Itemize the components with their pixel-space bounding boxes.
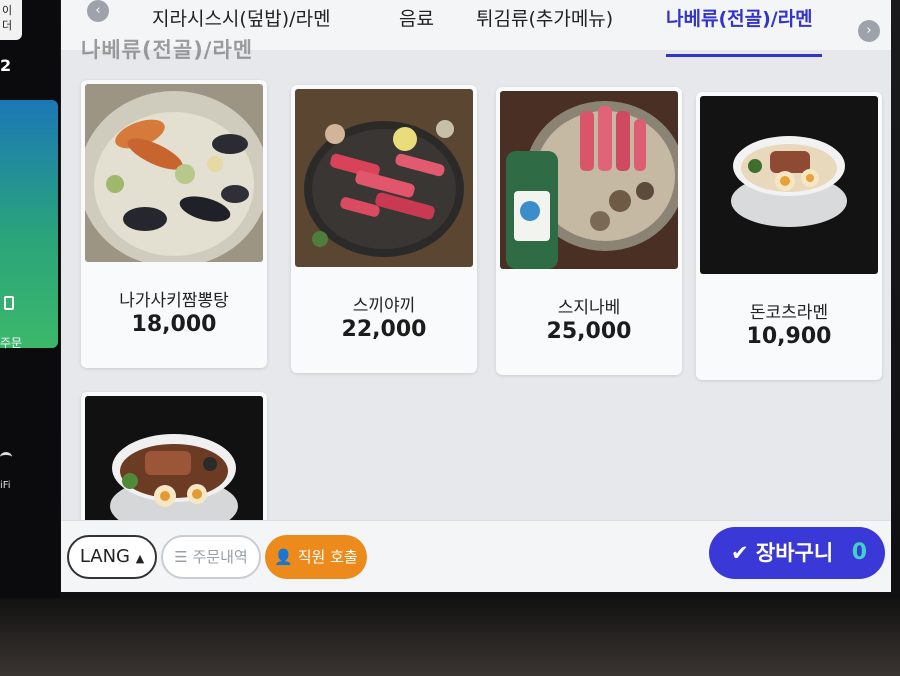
menu-item-price: 18,000	[131, 312, 217, 337]
tab-fried[interactable]: 튀김류(추가메뉴)	[476, 4, 613, 31]
food-photo-tonkotsu-ramen	[700, 96, 878, 274]
adjacent-table-number: 2	[0, 56, 12, 75]
tab-drinks[interactable]: 음료	[399, 4, 434, 31]
menu-item-name: 돈코츠라멘	[749, 303, 829, 323]
device-bottom-bezel	[0, 598, 900, 676]
menu-item-card[interactable]: 스끼야끼 22,000	[291, 85, 477, 373]
adjacent-label-line2: 더	[2, 19, 13, 32]
order-history-label: 주문내역	[192, 548, 248, 566]
cart-button[interactable]: ✔ 장바구니 0	[709, 527, 885, 579]
section-title: 나베류(전골)/라멘	[81, 38, 254, 62]
list-icon: ☰	[174, 548, 188, 566]
food-photo-seafood-hotpot	[85, 84, 263, 262]
person-icon: 👤	[274, 548, 293, 566]
adjacent-label-line1: 이	[2, 4, 13, 17]
call-staff-label: 직원 호출	[297, 548, 358, 566]
food-photo-suji-nabe	[500, 91, 678, 269]
menu-item-card[interactable]: 스지나베 25,000	[496, 87, 682, 375]
active-tab-indicator	[666, 54, 822, 57]
tab-nabe-ramen[interactable]: 나베류(전골)/라멘	[666, 4, 813, 31]
chevron-right-icon[interactable]: ›	[858, 20, 880, 42]
wifi-label: iFi	[0, 480, 11, 491]
wifi-icon	[0, 452, 12, 462]
menu-item-card[interactable]: 나가사키짬뽕탕 18,000	[81, 80, 267, 368]
food-photo-beef-sukiyaki	[295, 89, 473, 267]
cart-count-badge: 0	[851, 540, 867, 565]
menu-item-name: 나가사키짬뽕탕	[119, 291, 229, 311]
call-staff-button[interactable]: 👤 직원 호출	[265, 535, 367, 579]
adjacent-order-panel[interactable]: 주문	[0, 100, 58, 350]
menu-item-card[interactable]: 돈코츠라멘 10,900	[696, 92, 882, 380]
adjacent-screen-panel: 이 더 2 주문 iFi	[0, 0, 60, 598]
bottom-action-bar: LANG ▲ ☰ 주문내역 👤 직원 호출 ✔ 장바구니 0	[61, 520, 891, 592]
chevron-left-icon[interactable]: ‹	[87, 0, 109, 22]
menu-item-name: 스끼야끼	[352, 296, 416, 316]
adjacent-order-label: 주문	[0, 336, 23, 350]
adjacent-screen-label: 이 더	[0, 0, 22, 40]
menu-item-price: 10,900	[746, 324, 832, 349]
receipt-icon	[4, 296, 14, 310]
caret-up-icon: ▲	[135, 552, 145, 565]
order-history-button[interactable]: ☰ 주문내역	[161, 535, 261, 579]
cart-label: 장바구니	[755, 541, 834, 565]
kiosk-screen: ‹ 지라시스시(덮밥)/라멘 음료 튀김류(추가메뉴) 나베류(전골)/라멘 ›…	[61, 0, 891, 592]
tab-jirashi-sushi[interactable]: 지라시스시(덮밥)/라멘	[152, 4, 331, 31]
menu-item-price: 25,000	[546, 319, 632, 344]
language-button[interactable]: LANG ▲	[67, 535, 157, 579]
language-label: LANG	[79, 546, 130, 567]
check-icon: ✔	[731, 541, 749, 565]
menu-item-name: 스지나베	[557, 298, 621, 318]
menu-item-price: 22,000	[341, 317, 427, 342]
